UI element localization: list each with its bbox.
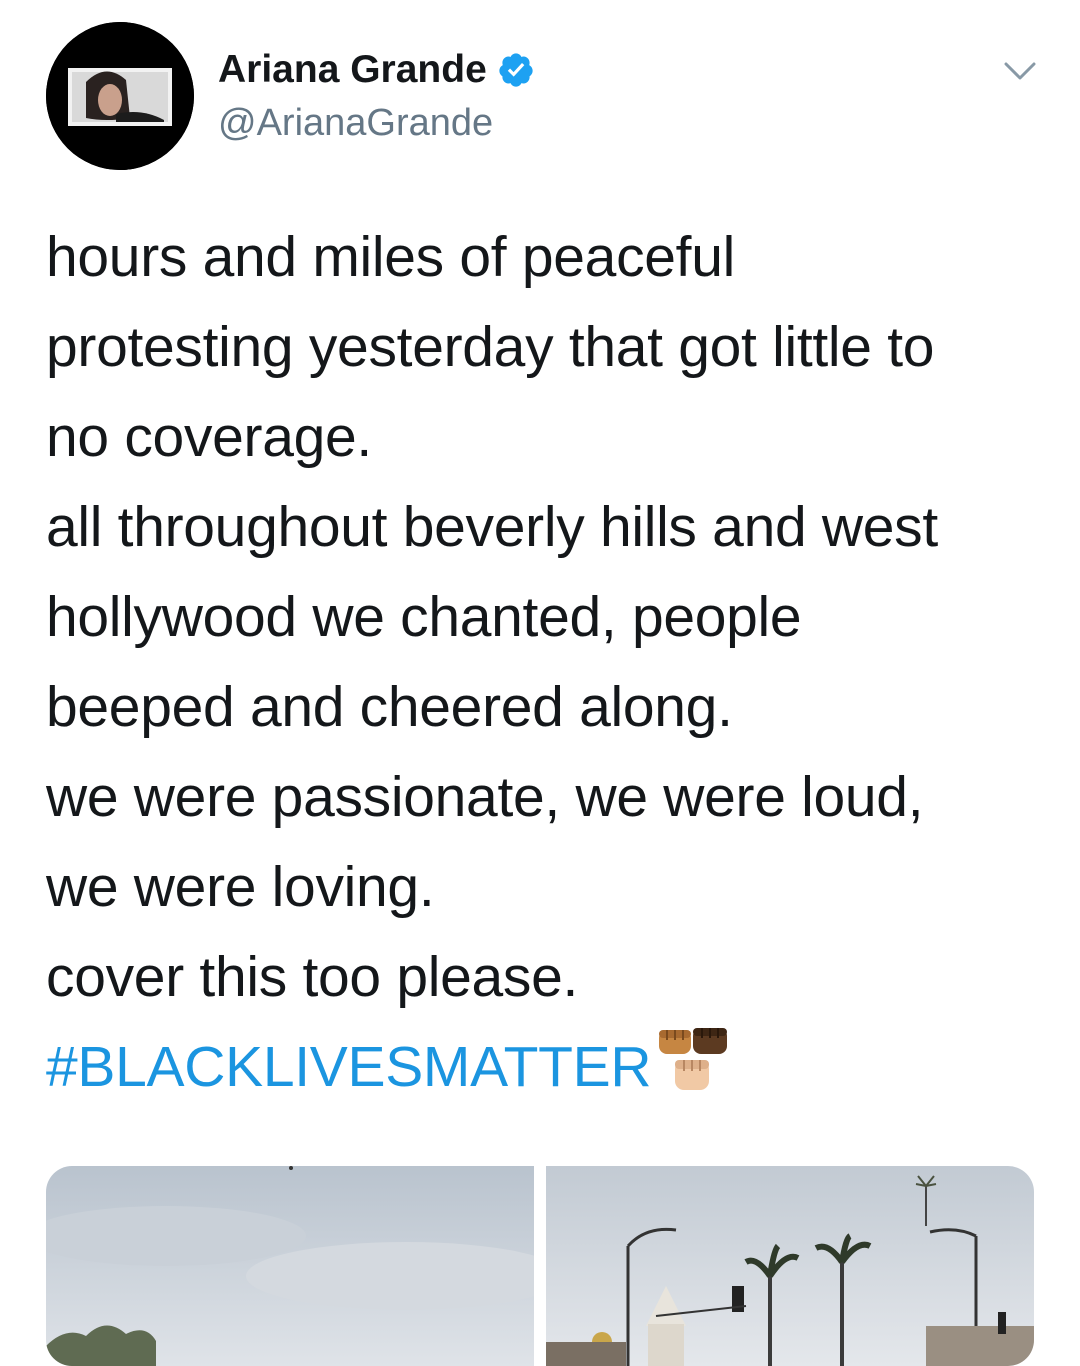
verified-badge-icon (499, 53, 533, 87)
hashtag-link[interactable]: #BLACKLIVESMATTER (46, 1035, 652, 1099)
tweet-line: no coverage. (46, 405, 372, 469)
author-name-row[interactable]: Ariana Grande (218, 46, 535, 94)
photo-protest-cloudy-sky-icon (46, 1166, 534, 1366)
tweet-line: we were loving. (46, 855, 435, 919)
tweet-line: all throughout beverly hills and west (46, 495, 938, 559)
tweet-line: hours and miles of peaceful (46, 225, 735, 289)
avatar-image (46, 22, 194, 170)
tweet-line: beeped and cheered along. (46, 675, 733, 739)
tweet-line: hollywood we chanted, people (46, 585, 802, 649)
tweet-media (46, 1166, 1034, 1366)
media-photo-2[interactable] (546, 1166, 1034, 1366)
tweet-line: we were passionate, we were loud, (46, 765, 924, 829)
chevron-down-icon[interactable] (1000, 54, 1040, 88)
author-display-name[interactable]: Ariana Grande (218, 46, 487, 94)
hashtag-line: #BLACKLIVESMATTER (46, 1022, 1046, 1112)
tweet-line: cover this too please. (46, 945, 579, 1009)
tweet-text: hours and miles of peaceful protesting y… (46, 212, 1046, 1112)
tweet-line: protesting yesterday that got little to (46, 315, 935, 379)
raised-fists-emoji-icon (659, 1028, 728, 1090)
media-photo-1[interactable] (46, 1166, 534, 1366)
avatar[interactable] (46, 22, 194, 170)
author-handle[interactable]: @ArianaGrande (218, 100, 493, 146)
photo-street-palm-trees-church-icon (546, 1166, 1034, 1366)
